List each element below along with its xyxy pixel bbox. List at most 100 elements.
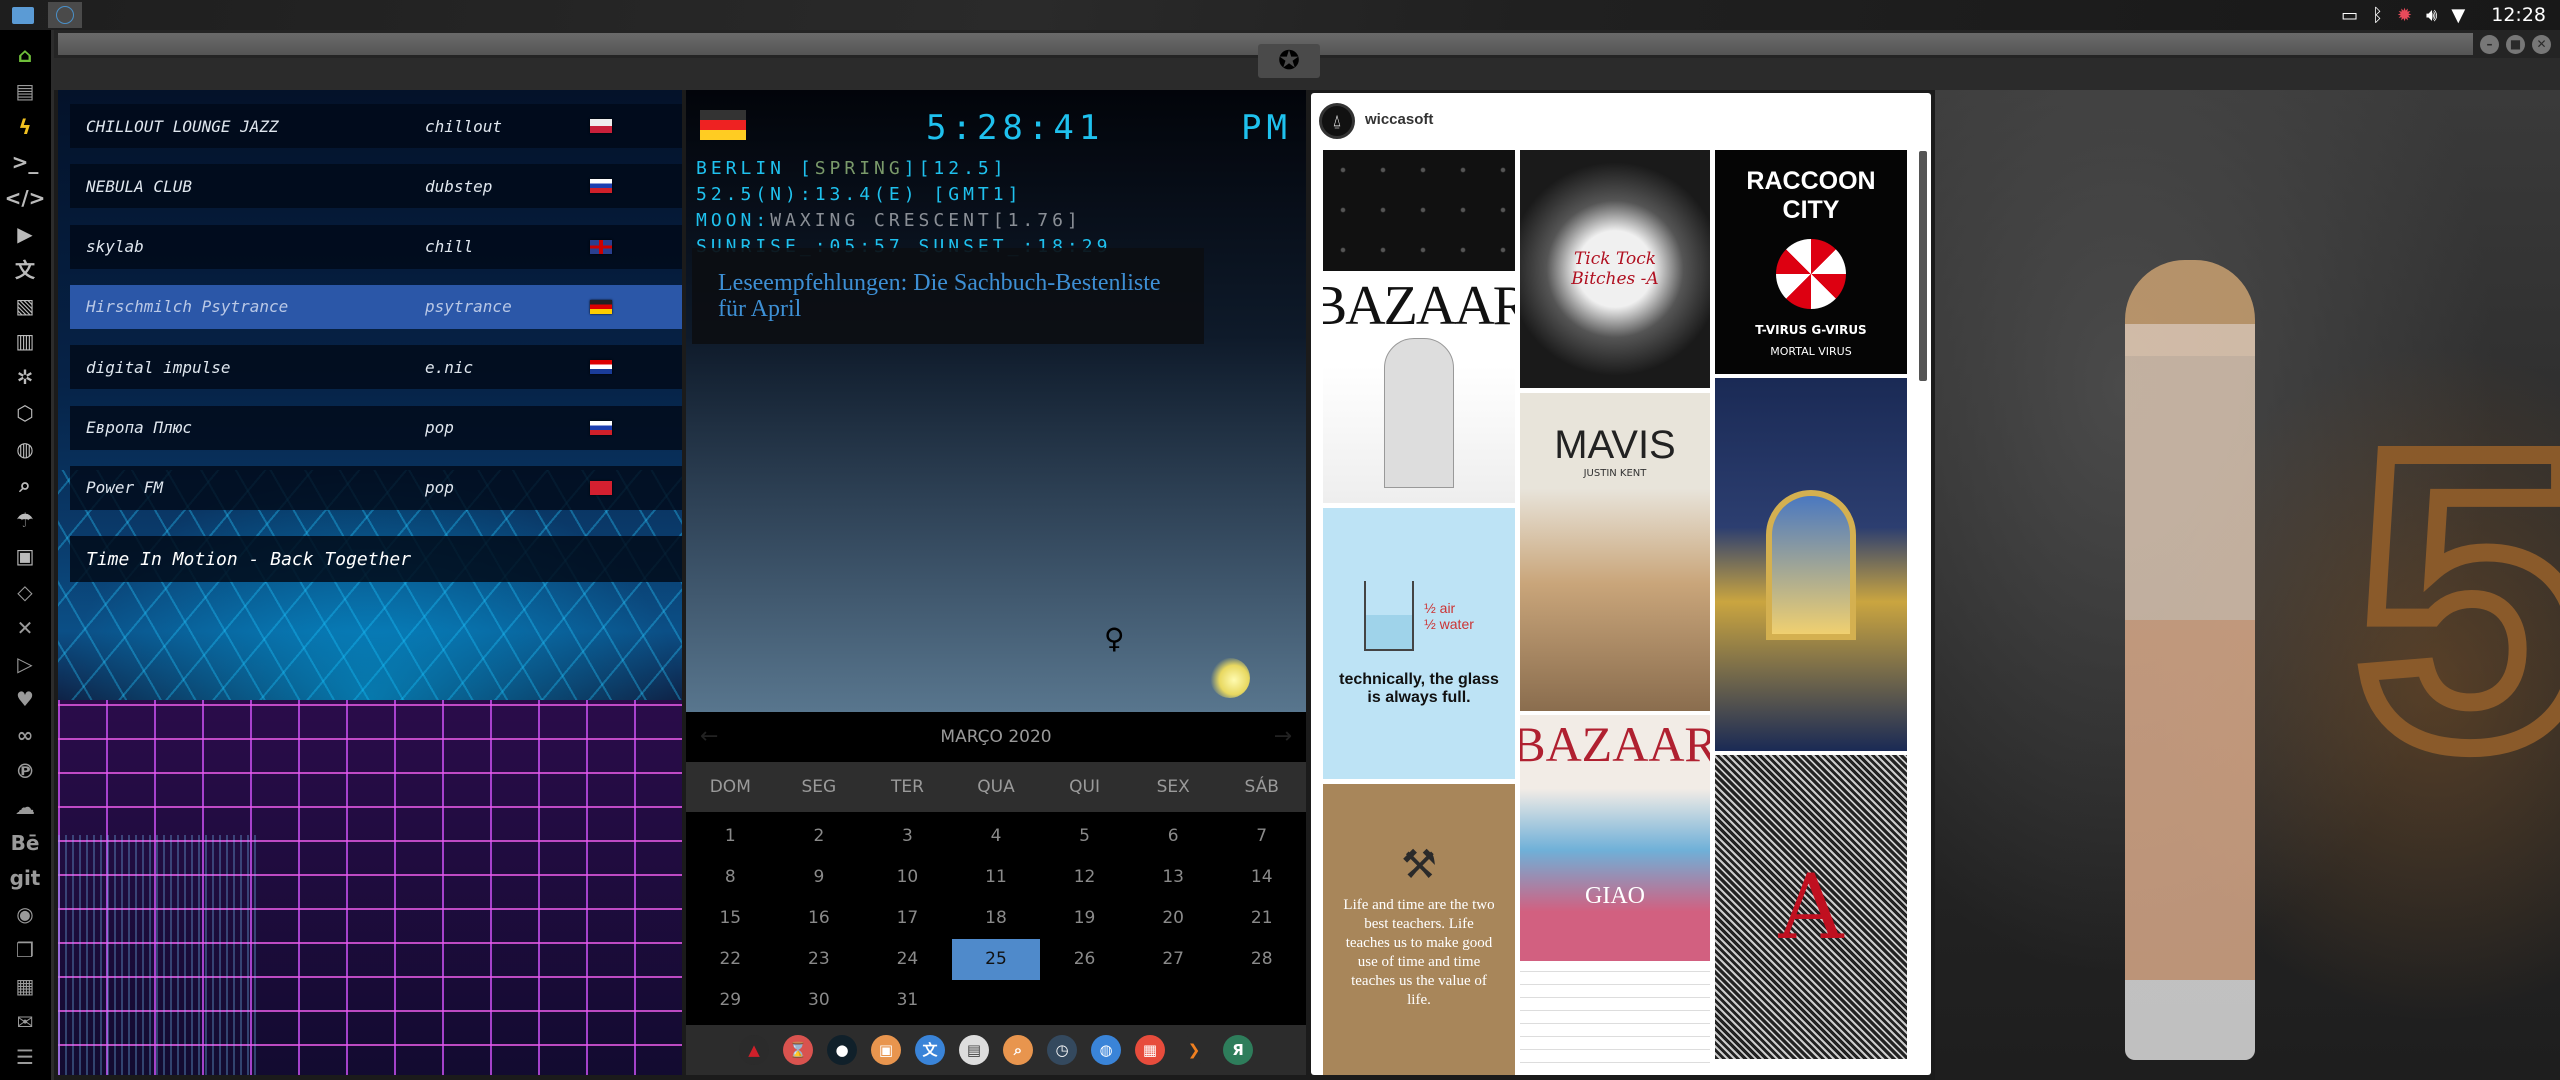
post-life-quote[interactable]: ⚒ Life and time are the two best teachers… xyxy=(1323,784,1515,1075)
calendar-day[interactable]: 16 xyxy=(775,898,864,939)
heart-icon[interactable]: ♥ xyxy=(0,684,50,714)
search-app-icon[interactable]: ⌕ xyxy=(1003,1035,1033,1065)
boxes-icon[interactable]: ❒ xyxy=(0,935,50,965)
calendar-day[interactable]: 8 xyxy=(686,857,775,898)
calendar-day[interactable]: 6 xyxy=(1129,816,1218,857)
calendar-app-icon[interactable]: ▦ xyxy=(1135,1035,1165,1065)
photos-app-icon[interactable]: ▣ xyxy=(871,1035,901,1065)
calendar-day[interactable]: 30 xyxy=(775,980,864,1021)
image-icon[interactable]: ▧ xyxy=(0,291,50,321)
code-icon[interactable]: </> xyxy=(0,183,50,213)
close-button[interactable]: ✕ xyxy=(2532,35,2551,54)
calendar-day[interactable]: 1 xyxy=(686,816,775,857)
play-icon[interactable]: ▶ xyxy=(0,219,50,249)
calendar-day[interactable]: 21 xyxy=(1217,898,1306,939)
calendar-day[interactable]: 23 xyxy=(775,939,864,980)
calendar-day[interactable]: 7 xyxy=(1217,816,1306,857)
youtube-icon[interactable]: ▷ xyxy=(0,649,50,679)
document-icon[interactable]: ▤ xyxy=(0,76,50,106)
news-app-icon[interactable]: ▤ xyxy=(959,1035,989,1065)
bolt-icon[interactable]: ϟ xyxy=(0,112,50,142)
calendar-day[interactable]: 29 xyxy=(686,980,775,1021)
terminal-icon[interactable]: >_ xyxy=(0,147,50,177)
launcher-app-icon[interactable]: ❯ xyxy=(1179,1035,1209,1065)
infinity-icon[interactable]: ∞ xyxy=(0,720,50,750)
calendar-day[interactable]: 19 xyxy=(1040,898,1129,939)
post-tick-tock[interactable]: Tick Tock Bitches -A xyxy=(1520,150,1710,388)
station-row[interactable]: digital impulse e.nic xyxy=(70,345,682,390)
post-virus[interactable] xyxy=(1323,150,1515,271)
calendar-day[interactable]: 28 xyxy=(1217,939,1306,980)
screenshot-icon[interactable]: ▭ xyxy=(2341,5,2358,26)
scrollbar[interactable] xyxy=(1919,151,1927,381)
calendar-day[interactable]: 13 xyxy=(1129,857,1218,898)
cloud-icon[interactable]: ☁ xyxy=(0,792,50,822)
station-row[interactable]: Европа Плюс pop xyxy=(70,405,682,450)
alert-icon[interactable]: ✹ xyxy=(2397,5,2412,26)
calendar-day[interactable]: 31 xyxy=(863,980,952,1021)
map-icon[interactable]: ▦ xyxy=(0,971,50,1001)
wifi-icon[interactable]: ▼ xyxy=(2451,5,2465,26)
calendar-day[interactable]: 26 xyxy=(1040,939,1129,980)
bluetooth-icon[interactable]: ᛒ xyxy=(2372,5,2383,26)
prev-month-button[interactable]: ← xyxy=(700,724,718,749)
calendar-day[interactable]: 9 xyxy=(775,857,864,898)
post-bazaar-2[interactable]: BAZAAR GIAO xyxy=(1520,715,1710,961)
news-headline[interactable]: Leseempfehlungen: Die Sachbuch-Bestenlis… xyxy=(692,248,1204,344)
calendar-day[interactable]: 2 xyxy=(775,816,864,857)
translate-app-icon[interactable]: 文 xyxy=(915,1035,945,1065)
user-avatar[interactable]: ⍙ xyxy=(1319,103,1355,139)
calendar-day[interactable]: 5 xyxy=(1040,816,1129,857)
timer-app-icon[interactable]: ⌛ xyxy=(783,1035,813,1065)
volume-icon[interactable]: 🔊︎ xyxy=(2426,5,2437,26)
station-row[interactable]: NEBULA CLUB dubstep xyxy=(70,164,682,209)
post-mavis[interactable]: MAVIS JUSTIN KENT xyxy=(1520,393,1710,711)
home-icon[interactable]: ⌂ xyxy=(0,40,50,70)
post-sketch[interactable] xyxy=(1520,963,1710,1075)
calendar-day[interactable]: 4 xyxy=(952,816,1041,857)
circle-app-icon[interactable] xyxy=(48,2,82,28)
hexagon-icon[interactable]: ⬡ xyxy=(0,398,50,428)
calendar-day[interactable]: 27 xyxy=(1129,939,1218,980)
minimize-button[interactable]: – xyxy=(2480,35,2499,54)
browser-app-icon[interactable]: ◍ xyxy=(1091,1035,1121,1065)
github-icon[interactable]: ◉ xyxy=(0,899,50,929)
calendar-day[interactable]: 25 xyxy=(951,939,1041,980)
search-icon[interactable]: ⌕ xyxy=(0,470,50,500)
station-row[interactable]: Hirschmilch Psytrance psytrance xyxy=(70,284,682,329)
calendar-day[interactable]: 12 xyxy=(1040,857,1129,898)
empire-icon[interactable]: ✲ xyxy=(0,362,50,392)
calendar-day[interactable]: 15 xyxy=(686,898,775,939)
calendar-day[interactable]: 14 xyxy=(1217,857,1306,898)
server-icon[interactable]: ☰ xyxy=(0,1042,50,1072)
username[interactable]: wiccasoft xyxy=(1365,111,1433,128)
mail-icon[interactable]: ✉ xyxy=(0,1007,50,1037)
translate-icon[interactable]: 文 xyxy=(0,255,50,285)
yandex-app-icon[interactable]: Я xyxy=(1223,1035,1253,1065)
sync-icon[interactable]: ◇ xyxy=(0,577,50,607)
behance-icon[interactable]: Bē xyxy=(0,828,50,858)
station-row[interactable]: skylab chill xyxy=(70,224,682,269)
post-raccoon-city[interactable]: RACCOON CITY T-VIRUS G-VIRUS MORTAL VIRUS xyxy=(1715,150,1907,374)
post-a-letter[interactable]: A xyxy=(1715,755,1907,1059)
calendar-day[interactable]: 20 xyxy=(1129,898,1218,939)
post-glass[interactable]: ½ air ½ water technically, the glass is al… xyxy=(1323,508,1515,779)
calendar-day[interactable]: 22 xyxy=(686,939,775,980)
next-month-button[interactable]: → xyxy=(1274,724,1292,749)
rebel-alliance-icon[interactable]: ✪ xyxy=(1258,44,1320,78)
fullscreen-icon[interactable]: ✕ xyxy=(0,613,50,643)
calendar-day[interactable]: 10 xyxy=(863,857,952,898)
post-bazaar[interactable]: BAZAAR xyxy=(1323,274,1515,503)
arch-app-icon[interactable]: ▲ xyxy=(739,1035,769,1065)
station-row[interactable]: Power FM pop xyxy=(70,465,682,510)
post-masonic[interactable] xyxy=(1715,378,1907,751)
tray-clock[interactable]: 12:28 xyxy=(2491,4,2546,26)
umbrella-icon[interactable]: ☂ xyxy=(0,505,50,535)
files-icon[interactable] xyxy=(6,2,40,28)
contacts-icon[interactable]: ▣ xyxy=(0,541,50,571)
globe-icon[interactable]: ◍ xyxy=(0,434,50,464)
pinterest-icon[interactable]: ℗ xyxy=(0,756,50,786)
calendar-day[interactable]: 11 xyxy=(952,857,1041,898)
station-row[interactable]: CHILLOUT LOUNGE JAZZ chillout xyxy=(70,104,682,148)
calendar-day[interactable]: 3 xyxy=(863,816,952,857)
